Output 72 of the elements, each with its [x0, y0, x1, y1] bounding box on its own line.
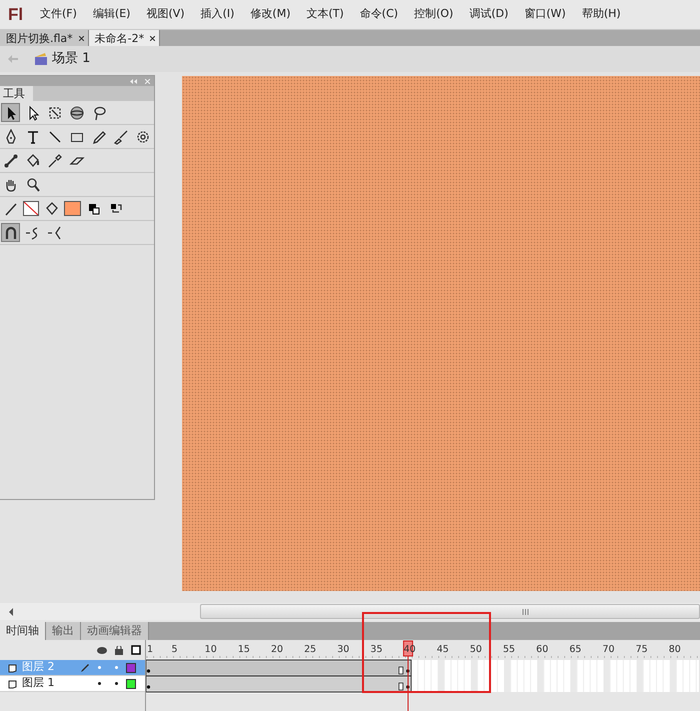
frame-number: 80 — [668, 644, 681, 655]
frame-number: 35 — [370, 644, 383, 655]
close-icon[interactable] — [150, 36, 156, 40]
scroll-left-icon[interactable] — [8, 608, 14, 616]
frame-number: 40 — [404, 644, 416, 655]
scrollbar-thumb[interactable] — [200, 604, 700, 619]
layer-color-square[interactable] — [126, 678, 136, 688]
menu-item[interactable]: 命令(C) — [352, 6, 406, 23]
magnifier-icon — [24, 176, 40, 192]
close-icon[interactable] — [78, 36, 84, 40]
line-icon — [46, 128, 62, 144]
frame-span[interactable] — [146, 676, 412, 692]
timeline-frames[interactable]: 1 5 10 15 20 25 30 35 40 45 50 55 60 65 70 75 80 — [146, 640, 699, 711]
menu-item[interactable]: 修改(M) — [242, 6, 298, 23]
clapperboard-icon — [34, 52, 48, 66]
sphere-icon — [68, 104, 84, 120]
dot-icon[interactable] — [115, 666, 118, 669]
frame-number: 70 — [602, 644, 615, 655]
brush-icon — [112, 128, 128, 144]
flower-icon — [134, 128, 150, 144]
outline-icon[interactable] — [131, 645, 141, 655]
panel-tab[interactable]: 输出 — [46, 622, 81, 640]
dot-icon[interactable] — [98, 682, 101, 685]
menu-item[interactable]: 文件(F) — [32, 6, 85, 23]
frame-number: 5 — [172, 644, 178, 655]
frame-number: 75 — [636, 644, 648, 655]
frame-number: 30 — [337, 644, 350, 655]
layer-color-square[interactable] — [126, 662, 136, 672]
layer-row[interactable]: 图层 1 — [0, 676, 145, 692]
panel-tab[interactable]: 工具 — [0, 86, 33, 101]
frame-number: 20 — [270, 644, 284, 655]
panel-tab[interactable]: 时间轴 — [0, 622, 46, 640]
menu-item[interactable]: 文本(T) — [298, 6, 352, 23]
paint-bucket-icon — [44, 200, 60, 216]
frame-number: 45 — [436, 644, 449, 655]
playhead[interactable] — [403, 640, 414, 711]
eye-icon[interactable] — [97, 646, 107, 654]
frame-number: 50 — [470, 644, 482, 655]
frame-number: 60 — [536, 644, 548, 655]
frame-number: 10 — [204, 644, 217, 655]
eyedropper-icon — [46, 152, 62, 168]
document-tab[interactable]: 未命名-2* — [88, 30, 160, 46]
transform-icon — [46, 104, 62, 120]
menu-item[interactable]: 控制(O) — [406, 6, 462, 23]
grip-icon — [522, 608, 528, 614]
layer-name[interactable]: 图层 1 — [22, 675, 80, 692]
menu-item[interactable]: 视图(V) — [138, 6, 193, 23]
frame-number: 1 — [147, 644, 154, 655]
tool-button[interactable] — [1, 103, 20, 122]
frame-span[interactable] — [146, 660, 412, 676]
no-color-swatch[interactable] — [23, 201, 39, 216]
menu-item[interactable]: 插入(I) — [192, 6, 242, 23]
app-logo: Fl — [8, 4, 24, 26]
document-tab[interactable]: 图片切换.fla* — [0, 30, 89, 46]
paint-bucket-icon — [24, 152, 40, 168]
fill-color-swatch[interactable] — [64, 201, 81, 216]
dot-icon[interactable] — [115, 682, 118, 685]
menu-item[interactable]: 窗口(W) — [516, 6, 574, 23]
bone-icon — [2, 152, 18, 168]
frame-number: 65 — [569, 644, 582, 655]
tool-button[interactable] — [1, 223, 20, 242]
menu-item[interactable]: 调试(D) — [461, 6, 516, 23]
menu-item[interactable]: 编辑(E) — [84, 6, 138, 23]
straighten-icon — [46, 224, 62, 240]
dot-icon[interactable] — [98, 666, 101, 669]
lock-icon[interactable] — [115, 646, 123, 654]
scene-name[interactable]: 场景 1 — [52, 49, 90, 69]
menu-item[interactable]: 帮助(H) — [574, 6, 629, 23]
frame-number: 55 — [503, 644, 516, 655]
panel-tab[interactable]: 动画编辑器 — [81, 622, 149, 640]
frame-number: 15 — [238, 644, 250, 655]
frame-number: 25 — [304, 644, 316, 655]
